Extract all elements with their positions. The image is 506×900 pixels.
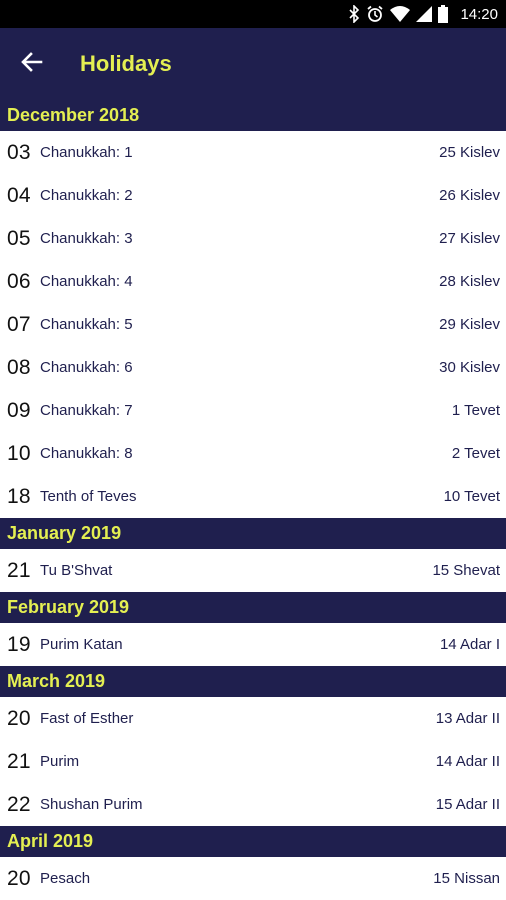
holiday-row[interactable]: 18 Tenth of Teves 10 Tevet: [0, 475, 506, 518]
holiday-name: Chanukkah: 4: [40, 273, 133, 290]
holiday-row[interactable]: 21 Purim 14 Adar II: [0, 740, 506, 783]
month-header: April 2019: [0, 826, 506, 857]
hebrew-date: 14 Adar I: [439, 636, 500, 653]
hebrew-date: 26 Kislev: [439, 187, 500, 204]
holiday-name: Chanukkah: 8: [40, 445, 133, 462]
signal-icon: [416, 4, 433, 24]
hebrew-date: 1 Tevet: [451, 402, 500, 419]
battery-icon: [438, 4, 449, 24]
month-header: February 2019: [0, 592, 506, 623]
holiday-name: Chanukkah: 5: [40, 316, 133, 333]
holiday-row[interactable]: 19 Purim Katan 14 Adar I: [0, 623, 506, 666]
holiday-name: Chanukkah: 6: [40, 359, 133, 376]
hebrew-date: 28 Kislev: [439, 273, 500, 290]
hebrew-date: 10 Tevet: [443, 488, 500, 505]
holiday-row[interactable]: 09 Chanukkah: 7 1 Tevet: [0, 389, 506, 432]
holiday-day: 03: [7, 140, 31, 164]
holiday-name: Shushan Purim: [40, 796, 143, 813]
hebrew-date: 15 Adar II: [435, 796, 500, 813]
hebrew-date: 29 Kislev: [439, 316, 500, 333]
holiday-name: Chanukkah: 2: [40, 187, 133, 204]
holiday-name: Chanukkah: 1: [40, 144, 133, 161]
hebrew-date: 30 Kislev: [439, 359, 500, 376]
alarm-icon: [366, 4, 384, 24]
month-header: March 2019: [0, 666, 506, 697]
page-title: Holidays: [80, 51, 172, 76]
holiday-name: Tenth of Teves: [40, 488, 137, 505]
back-button[interactable]: [0, 28, 64, 100]
hebrew-date: 15 Nissan: [433, 870, 500, 887]
wifi-icon: [390, 4, 411, 24]
holiday-row[interactable]: 21 Tu B'Shvat 15 Shevat: [0, 549, 506, 592]
holiday-row[interactable]: 20 Fast of Esther 13 Adar II: [0, 697, 506, 740]
holiday-day: 22: [7, 792, 31, 816]
holiday-name: Purim Katan: [40, 636, 123, 653]
holiday-name: Purim: [40, 753, 80, 770]
holiday-day: 04: [7, 183, 31, 207]
holiday-row[interactable]: 10 Chanukkah: 8 2 Tevet: [0, 432, 506, 475]
status-bar: 14:20: [0, 0, 506, 28]
holiday-row[interactable]: 07 Chanukkah: 5 29 Kislev: [0, 303, 506, 346]
holiday-day: 19: [7, 632, 31, 656]
holiday-day: 07: [7, 312, 31, 336]
holiday-day: 09: [7, 398, 31, 422]
hebrew-date: 2 Tevet: [451, 445, 500, 462]
holiday-row[interactable]: 08 Chanukkah: 6 30 Kislev: [0, 346, 506, 389]
hebrew-date: 25 Kislev: [439, 144, 500, 161]
hebrew-date: 27 Kislev: [439, 230, 500, 247]
hebrew-date: 13 Adar II: [435, 710, 500, 727]
holiday-day: 06: [7, 269, 31, 293]
holiday-row[interactable]: 22 Shushan Purim 15 Adar II: [0, 783, 506, 826]
holiday-row[interactable]: 20 Pesach 15 Nissan: [0, 857, 506, 900]
holiday-row[interactable]: 06 Chanukkah: 4 28 Kislev: [0, 260, 506, 303]
holiday-name: Pesach: [40, 870, 91, 887]
holiday-day: 05: [7, 226, 31, 250]
holiday-day: 21: [7, 749, 31, 773]
app-bar: Holidays: [0, 28, 506, 100]
holiday-day: 20: [7, 706, 31, 730]
holiday-day: 18: [7, 484, 31, 508]
bluetooth-icon: [348, 4, 360, 24]
holiday-row[interactable]: 03 Chanukkah: 1 25 Kislev: [0, 131, 506, 174]
holiday-day: 21: [7, 558, 31, 582]
holiday-row[interactable]: 04 Chanukkah: 2 26 Kislev: [0, 174, 506, 217]
month-header: December 2018: [0, 100, 506, 131]
holiday-name: Fast of Esther: [40, 710, 134, 727]
month-header: January 2019: [0, 518, 506, 549]
hebrew-date: 15 Shevat: [432, 562, 500, 579]
holiday-day: 08: [7, 355, 31, 379]
holiday-name: Tu B'Shvat: [40, 562, 113, 579]
status-time: 14:20: [460, 5, 498, 23]
holiday-day: 10: [7, 441, 31, 465]
holiday-day: 20: [7, 866, 31, 890]
holiday-name: Chanukkah: 3: [40, 230, 133, 247]
holiday-list[interactable]: December 2018 03 Chanukkah: 1 25 Kislev …: [0, 100, 506, 900]
holiday-name: Chanukkah: 7: [40, 402, 133, 419]
arrow-left-icon: [21, 51, 43, 78]
holiday-row[interactable]: 05 Chanukkah: 3 27 Kislev: [0, 217, 506, 260]
hebrew-date: 14 Adar II: [435, 753, 500, 770]
